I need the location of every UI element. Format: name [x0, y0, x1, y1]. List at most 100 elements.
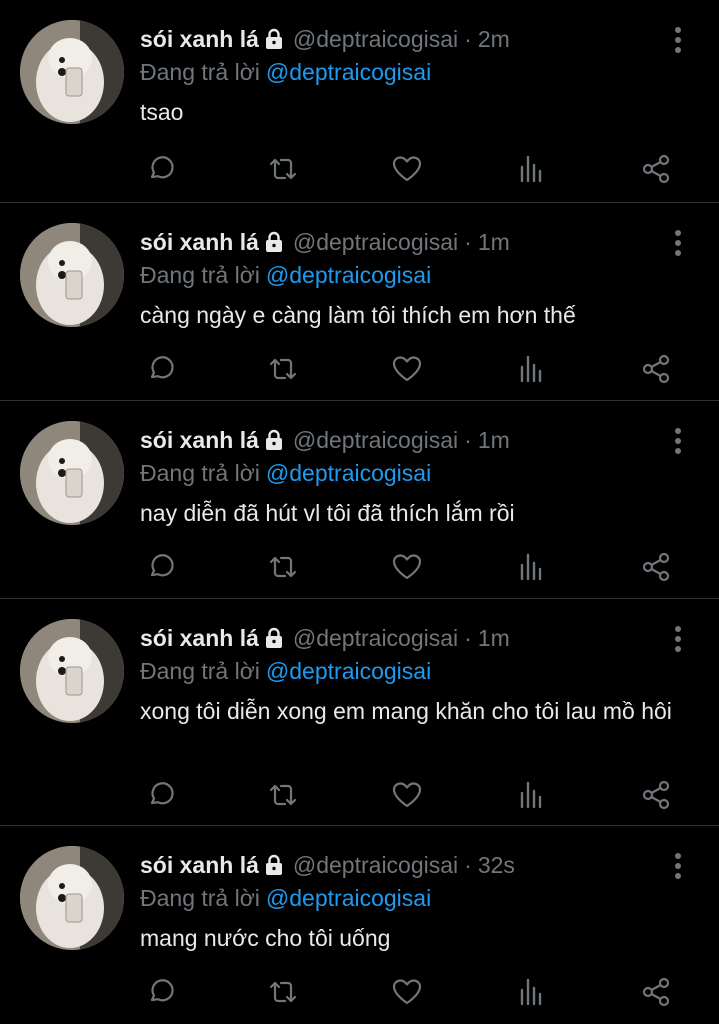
separator: · — [464, 851, 472, 878]
lock-icon — [265, 231, 282, 252]
more-vertical-icon[interactable] — [667, 26, 689, 54]
tweet-actions — [140, 547, 679, 587]
tweet-header: sói xanh lá @deptraicogisai · 1m — [140, 423, 679, 457]
display-name[interactable]: sói xanh lá — [140, 26, 259, 53]
views-button[interactable] — [512, 149, 552, 189]
tweet-feed: sói xanh lá @deptraicogisai · 2m Đang tr… — [0, 0, 719, 1024]
views-button[interactable] — [512, 349, 552, 389]
tweet-text: mang nước cho tôi uống — [140, 925, 391, 951]
reply-to-handle[interactable]: @deptraicogisai — [266, 885, 431, 911]
avatar[interactable] — [20, 421, 124, 525]
retweet-button[interactable] — [263, 775, 303, 815]
display-name[interactable]: sói xanh lá — [140, 427, 259, 454]
handle[interactable]: @deptraicogisai — [293, 427, 458, 454]
reply-prefix: Đang trả lời — [140, 460, 260, 486]
display-name[interactable]: sói xanh lá — [140, 625, 259, 652]
share-button[interactable] — [636, 149, 676, 189]
retweet-icon — [269, 158, 297, 180]
lock-icon — [265, 429, 282, 450]
views-button[interactable] — [512, 547, 552, 587]
tweet-actions — [140, 349, 679, 389]
tweet[interactable]: sói xanh lá @deptraicogisai · 1m Đang tr… — [0, 401, 719, 599]
more-vertical-icon[interactable] — [667, 625, 689, 653]
tweet-header: sói xanh lá @deptraicogisai · 1m — [140, 621, 679, 655]
tweet-actions — [140, 149, 679, 189]
reply-button[interactable] — [140, 775, 180, 815]
reply-to-handle[interactable]: @deptraicogisai — [266, 658, 431, 684]
reply-context: Đang trả lời @deptraicogisai — [140, 882, 679, 914]
separator: · — [464, 426, 472, 453]
reply-button[interactable] — [140, 349, 180, 389]
views-icon — [520, 553, 542, 581]
like-button[interactable] — [387, 547, 427, 587]
tweet[interactable]: sói xanh lá @deptraicogisai · 1m Đang tr… — [0, 599, 719, 826]
timestamp[interactable]: 32s — [478, 852, 515, 879]
tweet-text: càng ngày e càng làm tôi thích em hơn th… — [140, 302, 576, 328]
reply-icon — [150, 979, 174, 1002]
tweet-actions — [140, 972, 679, 1012]
tweet[interactable]: sói xanh lá @deptraicogisai · 32s Đang t… — [0, 826, 719, 1024]
separator: · — [464, 25, 472, 52]
retweet-icon — [269, 784, 297, 806]
more-vertical-icon[interactable] — [667, 229, 689, 257]
timestamp[interactable]: 2m — [478, 26, 510, 53]
retweet-button[interactable] — [263, 972, 303, 1012]
tweet-header: sói xanh lá @deptraicogisai · 2m — [140, 22, 679, 56]
views-button[interactable] — [512, 972, 552, 1012]
retweet-button[interactable] — [263, 149, 303, 189]
avatar[interactable] — [20, 20, 124, 124]
heart-icon — [392, 356, 422, 382]
tweet[interactable]: sói xanh lá @deptraicogisai · 2m Đang tr… — [0, 0, 719, 203]
like-button[interactable] — [387, 149, 427, 189]
separator: · — [464, 228, 472, 255]
tweet-content: sói xanh lá @deptraicogisai · 1m Đang tr… — [140, 225, 679, 331]
more-vertical-icon[interactable] — [667, 427, 689, 455]
retweet-button[interactable] — [263, 547, 303, 587]
avatar[interactable] — [20, 223, 124, 327]
display-name[interactable]: sói xanh lá — [140, 229, 259, 256]
reply-icon — [150, 156, 174, 179]
timestamp[interactable]: 1m — [478, 427, 510, 454]
like-button[interactable] — [387, 349, 427, 389]
reply-button[interactable] — [140, 547, 180, 587]
tweet-content: sói xanh lá @deptraicogisai · 2m Đang tr… — [140, 22, 679, 128]
reply-to-handle[interactable]: @deptraicogisai — [266, 460, 431, 486]
tweet-text: tsao — [140, 99, 184, 125]
retweet-button[interactable] — [263, 349, 303, 389]
handle[interactable]: @deptraicogisai — [293, 229, 458, 256]
display-name[interactable]: sói xanh lá — [140, 852, 259, 879]
views-icon — [520, 978, 542, 1006]
share-icon — [642, 780, 670, 810]
handle[interactable]: @deptraicogisai — [293, 852, 458, 879]
tweet[interactable]: sói xanh lá @deptraicogisai · 1m Đang tr… — [0, 203, 719, 401]
reply-to-handle[interactable]: @deptraicogisai — [266, 262, 431, 288]
lock-icon — [265, 854, 282, 875]
reply-button[interactable] — [140, 149, 180, 189]
retweet-icon — [269, 556, 297, 578]
more-vertical-icon[interactable] — [667, 852, 689, 880]
share-button[interactable] — [636, 972, 676, 1012]
share-button[interactable] — [636, 547, 676, 587]
lock-icon — [265, 28, 282, 49]
reply-button[interactable] — [140, 972, 180, 1012]
handle[interactable]: @deptraicogisai — [293, 26, 458, 53]
timestamp[interactable]: 1m — [478, 229, 510, 256]
reply-icon — [150, 356, 174, 379]
avatar[interactable] — [20, 619, 124, 723]
heart-icon — [392, 156, 422, 182]
avatar[interactable] — [20, 846, 124, 950]
reply-icon — [150, 782, 174, 805]
share-icon — [642, 154, 670, 184]
handle[interactable]: @deptraicogisai — [293, 625, 458, 652]
reply-to-handle[interactable]: @deptraicogisai — [266, 59, 431, 85]
lock-icon — [265, 627, 282, 648]
timestamp[interactable]: 1m — [478, 625, 510, 652]
like-button[interactable] — [387, 775, 427, 815]
share-button[interactable] — [636, 349, 676, 389]
share-button[interactable] — [636, 775, 676, 815]
tweet-text: nay diễn đã hút vl tôi đã thích lắm rồi — [140, 500, 515, 526]
views-icon — [520, 781, 542, 809]
like-button[interactable] — [387, 972, 427, 1012]
views-button[interactable] — [512, 775, 552, 815]
reply-icon — [150, 554, 174, 577]
